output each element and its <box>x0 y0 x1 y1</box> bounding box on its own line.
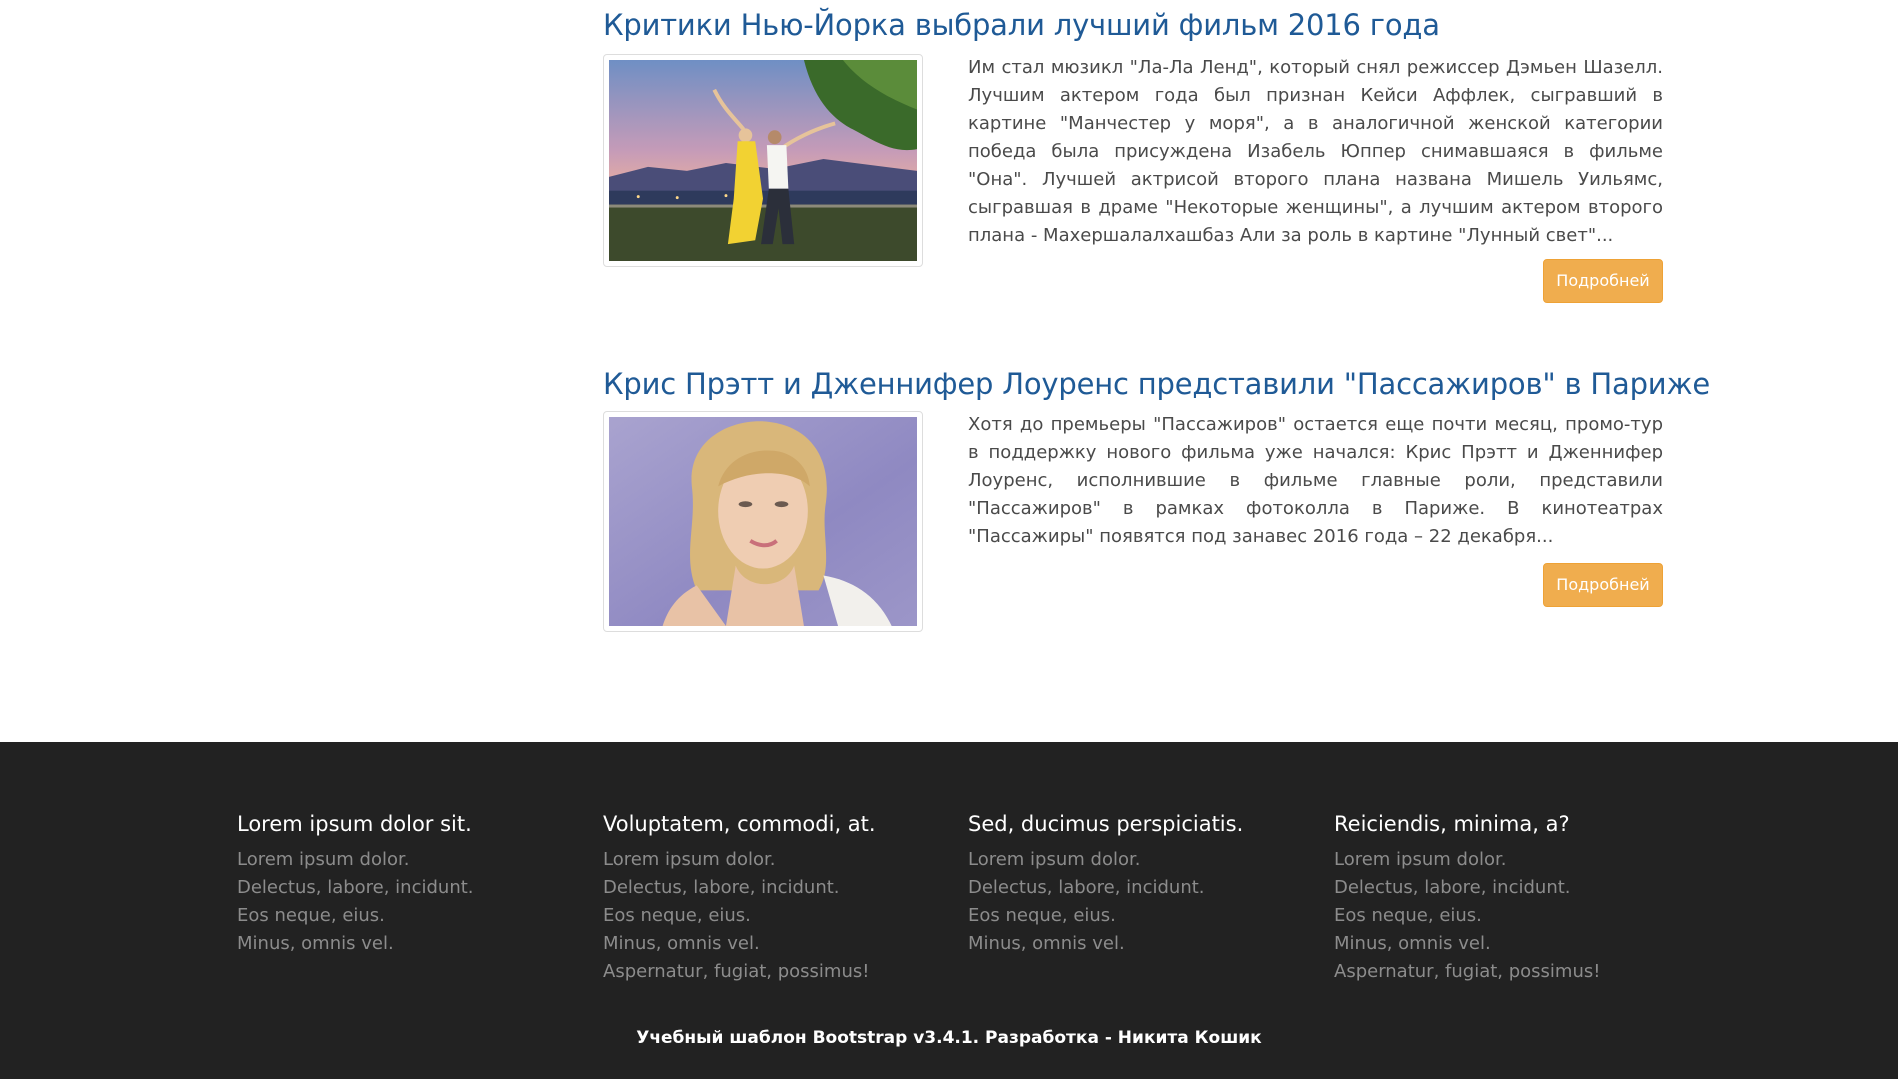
footer-link[interactable]: Lorem ipsum dolor. <box>237 846 567 874</box>
dancing-couple-photo <box>609 60 917 261</box>
footer-link[interactable]: Delectus, labore, incidunt. <box>237 874 567 902</box>
read-more-button[interactable]: Подробней <box>1543 563 1663 607</box>
footer-link[interactable]: Eos neque, eius. <box>968 902 1298 930</box>
footer-column: Lorem ipsum dolor sit. Lorem ipsum dolor… <box>237 810 567 958</box>
footer-link[interactable]: Aspernatur, fugiat, possimus! <box>1334 958 1664 986</box>
footer-link[interactable]: Lorem ipsum dolor. <box>1334 846 1664 874</box>
footer-link-list: Lorem ipsum dolor. Delectus, labore, inc… <box>603 846 933 986</box>
footer-link[interactable]: Eos neque, eius. <box>603 902 933 930</box>
footer-link[interactable]: Minus, omnis vel. <box>603 930 933 958</box>
footer-link[interactable]: Lorem ipsum dolor. <box>968 846 1298 874</box>
footer-link[interactable]: Delectus, labore, incidunt. <box>1334 874 1664 902</box>
footer-link[interactable]: Delectus, labore, incidunt. <box>603 874 933 902</box>
news-item: Крис Прэтт и Дженнифер Лоуренс представи… <box>603 365 1710 632</box>
article-summary: Им стал мюзикл "Ла-Ла Ленд", который сня… <box>968 57 1663 246</box>
site-footer: Lorem ipsum dolor sit. Lorem ipsum dolor… <box>0 742 1898 1079</box>
footer-link-list: Lorem ipsum dolor. Delectus, labore, inc… <box>1334 846 1664 986</box>
footer-link[interactable]: Minus, omnis vel. <box>237 930 567 958</box>
article-title-link[interactable]: Крис Прэтт и Дженнифер Лоуренс представи… <box>603 365 1710 403</box>
portrait-photo <box>609 417 917 626</box>
footer-link-list: Lorem ipsum dolor. Delectus, labore, inc… <box>237 846 567 958</box>
footer-link[interactable]: Eos neque, eius. <box>237 902 567 930</box>
footer-link[interactable]: Eos neque, eius. <box>1334 902 1664 930</box>
footer-column: Reiciendis, minima, a? Lorem ipsum dolor… <box>1334 810 1664 986</box>
article-thumbnail[interactable] <box>603 54 923 267</box>
news-item: Критики Нью-Йорка выбрали лучший фильм 2… <box>603 6 1663 303</box>
footer-link[interactable]: Delectus, labore, incidunt. <box>968 874 1298 902</box>
footer-column-heading: Reiciendis, minima, a? <box>1334 812 1570 836</box>
article-summary: Хотя до премьеры "Пассажиров" остается е… <box>968 414 1663 547</box>
footer-column: Voluptatem, commodi, at. Lorem ipsum dol… <box>603 810 933 986</box>
footer-link[interactable]: Lorem ipsum dolor. <box>603 846 933 874</box>
read-more-button[interactable]: Подробней <box>1543 259 1663 303</box>
footer-link-list: Lorem ipsum dolor. Delectus, labore, inc… <box>968 846 1298 958</box>
footer-column: Sed, ducimus perspiciatis. Lorem ipsum d… <box>968 810 1298 958</box>
news-list: Критики Нью-Йорка выбрали лучший фильм 2… <box>0 0 1898 742</box>
footer-column-heading: Sed, ducimus perspiciatis. <box>968 812 1244 836</box>
footer-link[interactable]: Aspernatur, fugiat, possimus! <box>603 958 933 986</box>
footer-link[interactable]: Minus, omnis vel. <box>1334 930 1664 958</box>
footer-link[interactable]: Minus, omnis vel. <box>968 930 1298 958</box>
footer-credit: Учебный шаблон Bootstrap v3.4.1. Разрабо… <box>636 1028 1262 1048</box>
article-thumbnail[interactable] <box>603 411 923 632</box>
footer-column-heading: Voluptatem, commodi, at. <box>603 812 876 836</box>
article-title-link[interactable]: Критики Нью-Йорка выбрали лучший фильм 2… <box>603 6 1663 44</box>
footer-column-heading: Lorem ipsum dolor sit. <box>237 812 472 836</box>
